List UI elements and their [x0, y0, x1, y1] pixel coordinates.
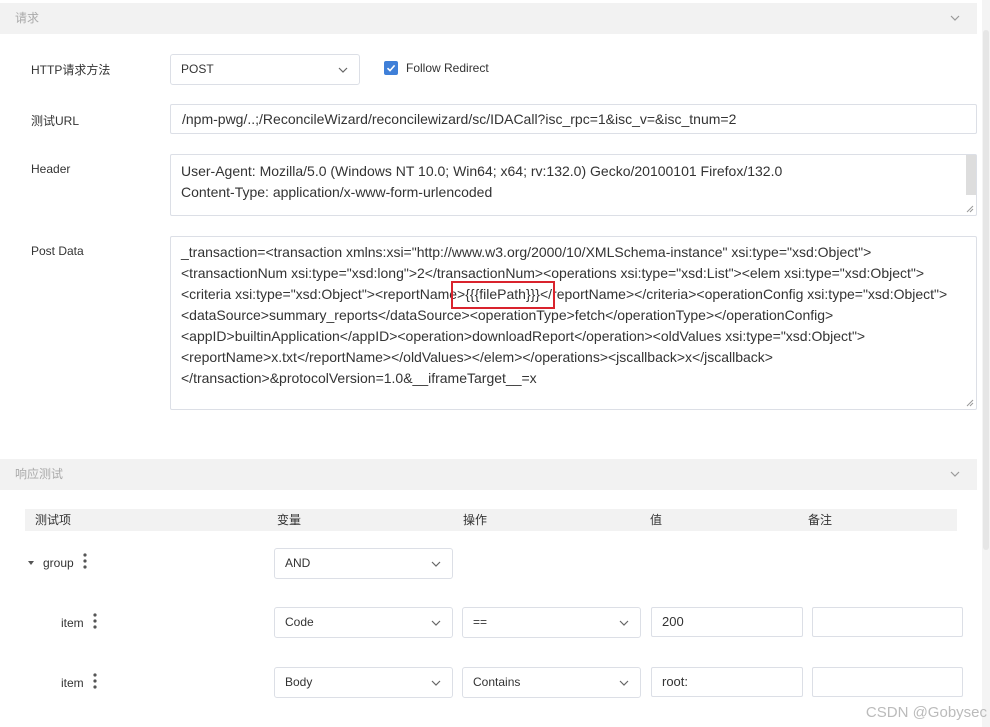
more-options-icon[interactable] — [93, 673, 97, 689]
post-data-line: <appID>builtinApplication</appID><operat… — [181, 328, 866, 344]
item-variable-select[interactable]: Body — [274, 667, 453, 698]
item-label: item — [61, 616, 84, 630]
chevron-down-icon — [431, 561, 441, 567]
chevron-down-icon — [431, 620, 441, 626]
group-logic-select[interactable]: AND — [274, 548, 453, 579]
post-data-line: <dataSource>summary_reports</dataSource>… — [181, 307, 834, 323]
url-input[interactable]: /npm-pwg/..;/ReconcileWizard/reconcilewi… — [170, 104, 977, 134]
more-options-icon[interactable] — [93, 613, 97, 629]
item-operator-select[interactable]: == — [462, 607, 641, 638]
follow-redirect-label[interactable]: Follow Redirect — [406, 61, 489, 75]
post-data-textarea[interactable]: _transaction=<transaction xmlns:xsi="htt… — [170, 236, 977, 410]
post-data-line: <transactionNum xsi:type="xsd:long">2</t… — [181, 265, 925, 281]
url-label: 测试URL — [31, 114, 80, 128]
chevron-down-icon — [431, 680, 441, 686]
item-note-input[interactable] — [812, 607, 963, 637]
post-data-label: Post Data — [31, 244, 84, 258]
item-operator-value: Contains — [473, 675, 521, 689]
group-label: group — [43, 556, 74, 570]
watermark: CSDN @Gobysec — [865, 704, 987, 721]
more-options-icon[interactable] — [83, 553, 87, 569]
caret-down-icon[interactable] — [27, 559, 35, 567]
method-select[interactable]: POST — [170, 54, 360, 85]
item-operator-value: == — [473, 615, 488, 629]
header-line: Content-Type: application/x-www-form-url… — [181, 184, 493, 200]
item-variable-value: Code — [285, 615, 314, 629]
response-section-header[interactable]: 响应测试 — [0, 459, 977, 490]
request-section-title: 请求 — [15, 11, 40, 25]
chevron-down-icon[interactable] — [949, 12, 961, 24]
follow-redirect-checkbox[interactable] — [384, 61, 398, 75]
column-header-value: 值 — [650, 513, 663, 527]
item-variable-value: Body — [285, 675, 313, 689]
header-scrollbar[interactable] — [966, 155, 976, 195]
method-value: POST — [181, 62, 214, 76]
item-value-input[interactable]: 200 — [651, 607, 803, 637]
item-operator-select[interactable]: Contains — [462, 667, 641, 698]
item-note-input[interactable] — [812, 667, 963, 697]
chevron-down-icon — [619, 680, 629, 686]
column-header-note: 备注 — [808, 513, 833, 527]
page-scrollbar[interactable] — [982, 0, 990, 727]
method-label: HTTP请求方法 — [31, 63, 111, 77]
item-label: item — [61, 676, 84, 690]
header-label: Header — [31, 162, 71, 176]
column-header-variable: 变量 — [277, 513, 302, 527]
item-value-text: 200 — [662, 614, 684, 629]
header-line: User-Agent: Mozilla/5.0 (Windows NT 10.0… — [181, 163, 783, 179]
resize-handle-icon[interactable] — [966, 205, 974, 213]
page-scrollbar-thumb[interactable] — [983, 30, 989, 550]
chevron-down-icon — [619, 620, 629, 626]
column-header-operator: 操作 — [463, 513, 488, 527]
column-header-test-item: 测试项 — [35, 513, 72, 527]
chevron-down-icon — [338, 67, 348, 73]
post-data-line: <criteria xsi:type="xsd:Object"><reportN… — [181, 286, 948, 302]
response-section-title: 响应测试 — [15, 467, 64, 481]
item-variable-select[interactable]: Code — [274, 607, 453, 638]
chevron-down-icon[interactable] — [949, 468, 961, 480]
group-logic-value: AND — [285, 556, 311, 570]
url-value: /npm-pwg/..;/ReconcileWizard/reconcilewi… — [182, 111, 737, 127]
checkmark-icon — [386, 64, 396, 72]
request-section-header[interactable]: 请求 — [0, 3, 977, 34]
resize-handle-icon[interactable] — [966, 399, 974, 407]
response-table-header: 测试项 变量 操作 值 备注 — [25, 509, 957, 531]
item-value-text: root: — [662, 674, 689, 689]
item-value-input[interactable]: root: — [651, 667, 803, 697]
header-textarea[interactable]: User-Agent: Mozilla/5.0 (Windows NT 10.0… — [170, 154, 977, 216]
post-data-line: <reportName>x.txt</reportName></oldValue… — [181, 349, 773, 365]
post-data-line: _transaction=<transaction xmlns:xsi="htt… — [181, 244, 872, 260]
post-data-line: </transaction>&protocolVersion=1.0&__ifr… — [181, 370, 537, 386]
